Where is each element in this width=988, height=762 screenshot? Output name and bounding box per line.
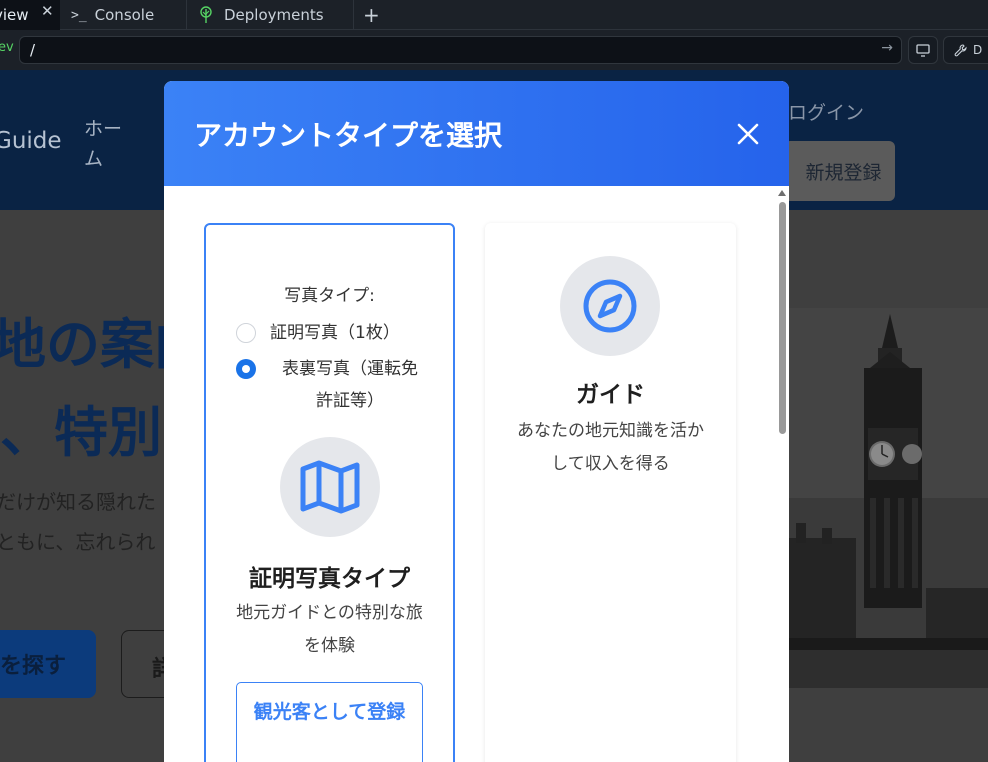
wrench-icon [954,43,967,56]
tab-close-icon[interactable]: ✕ [41,2,54,20]
url-bar: ev / → D [0,30,988,70]
scroll-up-arrow-icon[interactable] [778,190,786,196]
scroll-thumb[interactable] [779,202,786,434]
tab-deployments[interactable]: Deployments [188,0,354,30]
terminal-prompt-icon: >_ [71,7,87,23]
guide-card-description: あなたの地元知識を活かして収入を得る [517,421,704,474]
ide-tab-bar: view ✕ >_ Console Deployments + [0,0,988,30]
tab-deployments-label: Deployments [224,6,324,24]
tourist-card-description: 地元ガイドとの特別な旅を体験 [236,603,423,656]
radio-option-front-back[interactable]: 表裏写真（運転免許証等） [236,353,426,417]
tab-preview[interactable]: view ✕ [0,0,60,30]
clock-tower-illustration [786,308,988,688]
hero-subtext-line2: ともに、忘れられ [0,530,156,554]
url-input[interactable]: / → [19,36,902,64]
screen-toggle-button[interactable] [908,36,938,64]
hero-subtext-line1: だけが知る隠れた [0,490,156,514]
compass-icon [583,279,637,333]
tourist-card-title: 証明写真タイプ [249,566,410,592]
devtools-label: D [973,43,983,57]
add-tab-button[interactable]: + [363,0,380,30]
tab-console-label: Console [94,6,155,24]
nav-home-link[interactable]: ホーム [84,114,128,174]
compass-icon-badge [560,256,660,356]
devtools-button[interactable]: D [943,36,988,64]
radio-selected[interactable] [236,359,256,379]
map-icon [300,460,360,514]
modal-header: アカウントタイプを選択 [164,81,789,186]
brand-logo[interactable]: Guide [0,128,62,154]
photo-type-label: 写真タイプ: [284,286,375,306]
map-icon-badge [280,437,380,537]
hero-photo-big-ben [786,308,988,688]
signup-button[interactable]: 新規登録 [784,141,895,201]
url-path: / [30,41,36,59]
account-type-modal: アカウントタイプを選択 写真タイプ: 証明写真（1枚） 表裏写真（運転免許証等）… [164,81,789,762]
monitor-icon [916,43,930,57]
radio-unselected[interactable] [236,323,256,343]
go-arrow-icon[interactable]: → [881,40,893,56]
radio-option-id-photo[interactable]: 証明写真（1枚） [236,317,400,349]
modal-scrollbar[interactable] [775,186,789,762]
tab-console[interactable]: >_ Console [61,0,187,30]
deploy-tree-icon [198,6,214,24]
radio-label-id-photo: 証明写真（1枚） [270,323,400,343]
modal-title: アカウントタイプを選択 [194,119,503,152]
register-as-tourist-button[interactable]: 観光客として登録 [236,682,423,762]
close-icon[interactable] [734,120,762,148]
env-prefix: ev [0,40,14,55]
guide-card-title: ガイド [576,382,645,408]
login-link[interactable]: ログイン [788,98,864,125]
hero-primary-button[interactable]: を探す [0,630,96,698]
tourist-account-card[interactable]: 写真タイプ: 証明写真（1枚） 表裏写真（運転免許証等） 証明写真タイプ 地元ガ… [204,223,455,762]
tab-preview-label: view [0,6,29,24]
guide-account-card[interactable]: ガイド あなたの地元知識を活かして収入を得る [485,223,736,762]
radio-label-front-back: 表裏写真（運転免許証等） [282,359,418,411]
